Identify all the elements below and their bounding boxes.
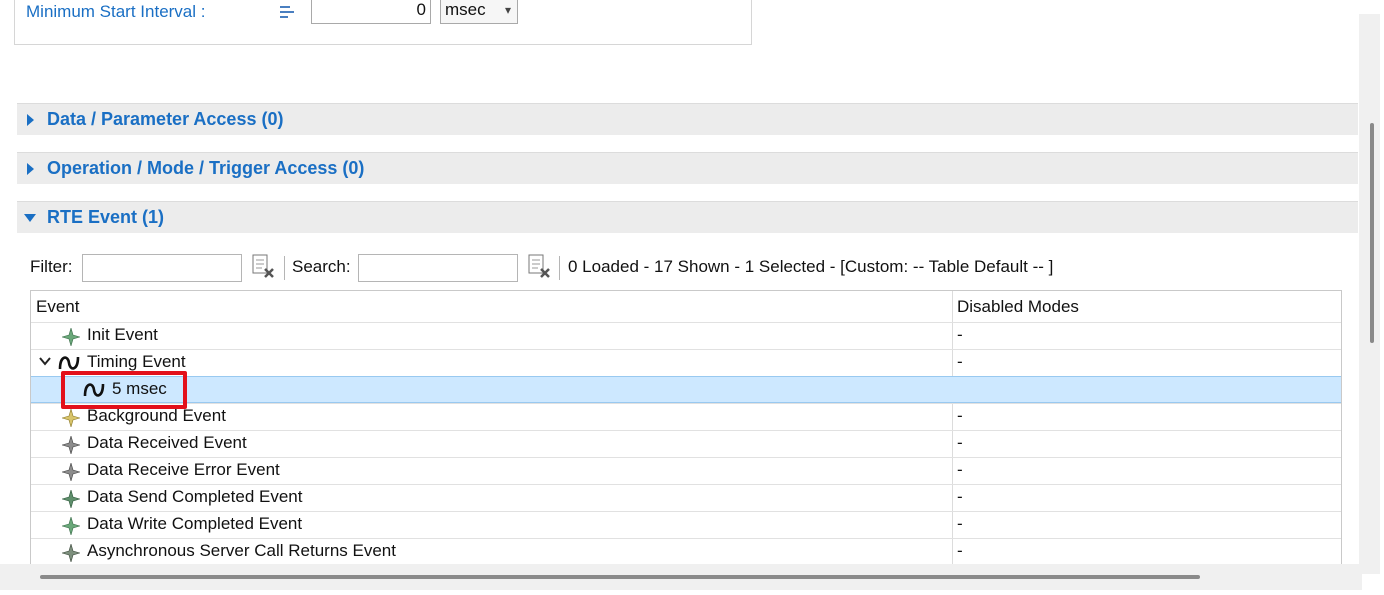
disabled-modes-value: - xyxy=(957,460,963,479)
section-title: RTE Event (1) xyxy=(47,207,165,227)
chevron-down-icon: ▾ xyxy=(504,3,511,17)
table-row[interactable]: Asynchronous Server Call Returns Event - xyxy=(31,538,1341,564)
section-title: Operation / Mode / Trigger Access (0) xyxy=(47,158,365,178)
disabled-modes-value: - xyxy=(957,487,963,506)
column-header-event[interactable]: Event xyxy=(36,297,79,317)
event-label: Data Write Completed Event xyxy=(87,514,303,533)
star-green-icon xyxy=(62,328,80,346)
table-row-selected[interactable]: 5 msec xyxy=(31,376,1341,403)
toolbar-separator xyxy=(284,256,285,280)
star-green-icon xyxy=(62,490,80,508)
clear-search-icon[interactable] xyxy=(526,253,552,279)
unit-value: msec xyxy=(445,0,486,19)
min-start-interval-input[interactable]: 0 xyxy=(311,0,431,24)
section-title: Data / Parameter Access (0) xyxy=(47,109,284,129)
min-start-interval-label: Minimum Start Interval : xyxy=(26,2,206,21)
table-row[interactable]: Init Event - xyxy=(31,322,1341,349)
column-header-disabled-modes[interactable]: Disabled Modes xyxy=(957,297,1079,317)
section-data-parameter-access[interactable]: Data / Parameter Access (0) xyxy=(17,103,1358,135)
event-label: Background Event xyxy=(87,406,226,425)
highlight-box xyxy=(61,371,187,409)
event-label: Timing Event xyxy=(87,352,186,371)
rte-event-table: Event Disabled Modes Init Event - Timing… xyxy=(30,290,1342,565)
table-row[interactable]: Background Event - xyxy=(31,403,1341,430)
filter-label: Filter: xyxy=(30,257,73,276)
collapse-arrow-icon[interactable] xyxy=(23,212,37,224)
event-label: Asynchronous Server Call Returns Event xyxy=(87,541,396,560)
disabled-modes-value: - xyxy=(957,514,963,533)
chevron-down-icon[interactable] xyxy=(39,356,51,366)
star-gray-icon xyxy=(62,436,80,454)
horizontal-scrollbar-thumb[interactable] xyxy=(40,575,1200,579)
event-label: Data Received Event xyxy=(87,433,247,452)
expand-arrow-icon[interactable] xyxy=(25,162,35,176)
table-row[interactable]: Data Send Completed Event - xyxy=(31,484,1341,511)
star-yellow-icon xyxy=(62,409,80,427)
star-green-icon xyxy=(62,517,80,535)
min-start-unit-select[interactable]: msec ▾ xyxy=(440,0,518,24)
filter-input[interactable] xyxy=(82,254,242,282)
expand-arrow-icon[interactable] xyxy=(25,113,35,127)
section-operation-access[interactable]: Operation / Mode / Trigger Access (0) xyxy=(17,152,1358,184)
toolbar-separator xyxy=(559,256,560,280)
table-status-text: 0 Loaded - 17 Shown - 1 Selected - [Cust… xyxy=(568,257,1054,276)
table-row[interactable]: Data Receive Error Event - xyxy=(31,457,1341,484)
table-row[interactable]: Data Write Completed Event - xyxy=(31,511,1341,538)
vertical-scrollbar-thumb[interactable] xyxy=(1370,123,1374,343)
event-label: Data Send Completed Event xyxy=(87,487,303,506)
clear-filter-icon[interactable] xyxy=(250,253,276,279)
list-icon[interactable] xyxy=(278,4,298,20)
section-rte-event[interactable]: RTE Event (1) xyxy=(17,201,1358,233)
star-gray-icon xyxy=(62,544,80,562)
table-row[interactable]: Data Received Event - xyxy=(31,430,1341,457)
disabled-modes-value: - xyxy=(957,433,963,452)
event-label: Init Event xyxy=(87,325,158,344)
disabled-modes-value: - xyxy=(957,541,963,560)
event-label: Data Receive Error Event xyxy=(87,460,280,479)
search-input[interactable] xyxy=(358,254,518,282)
timing-wave-icon xyxy=(58,356,80,370)
disabled-modes-value: - xyxy=(957,406,963,425)
table-row[interactable]: Timing Event - xyxy=(31,349,1341,376)
disabled-modes-value: - xyxy=(957,325,963,344)
star-gray-icon xyxy=(62,463,80,481)
disabled-modes-value: - xyxy=(957,352,963,371)
search-label: Search: xyxy=(292,257,351,276)
